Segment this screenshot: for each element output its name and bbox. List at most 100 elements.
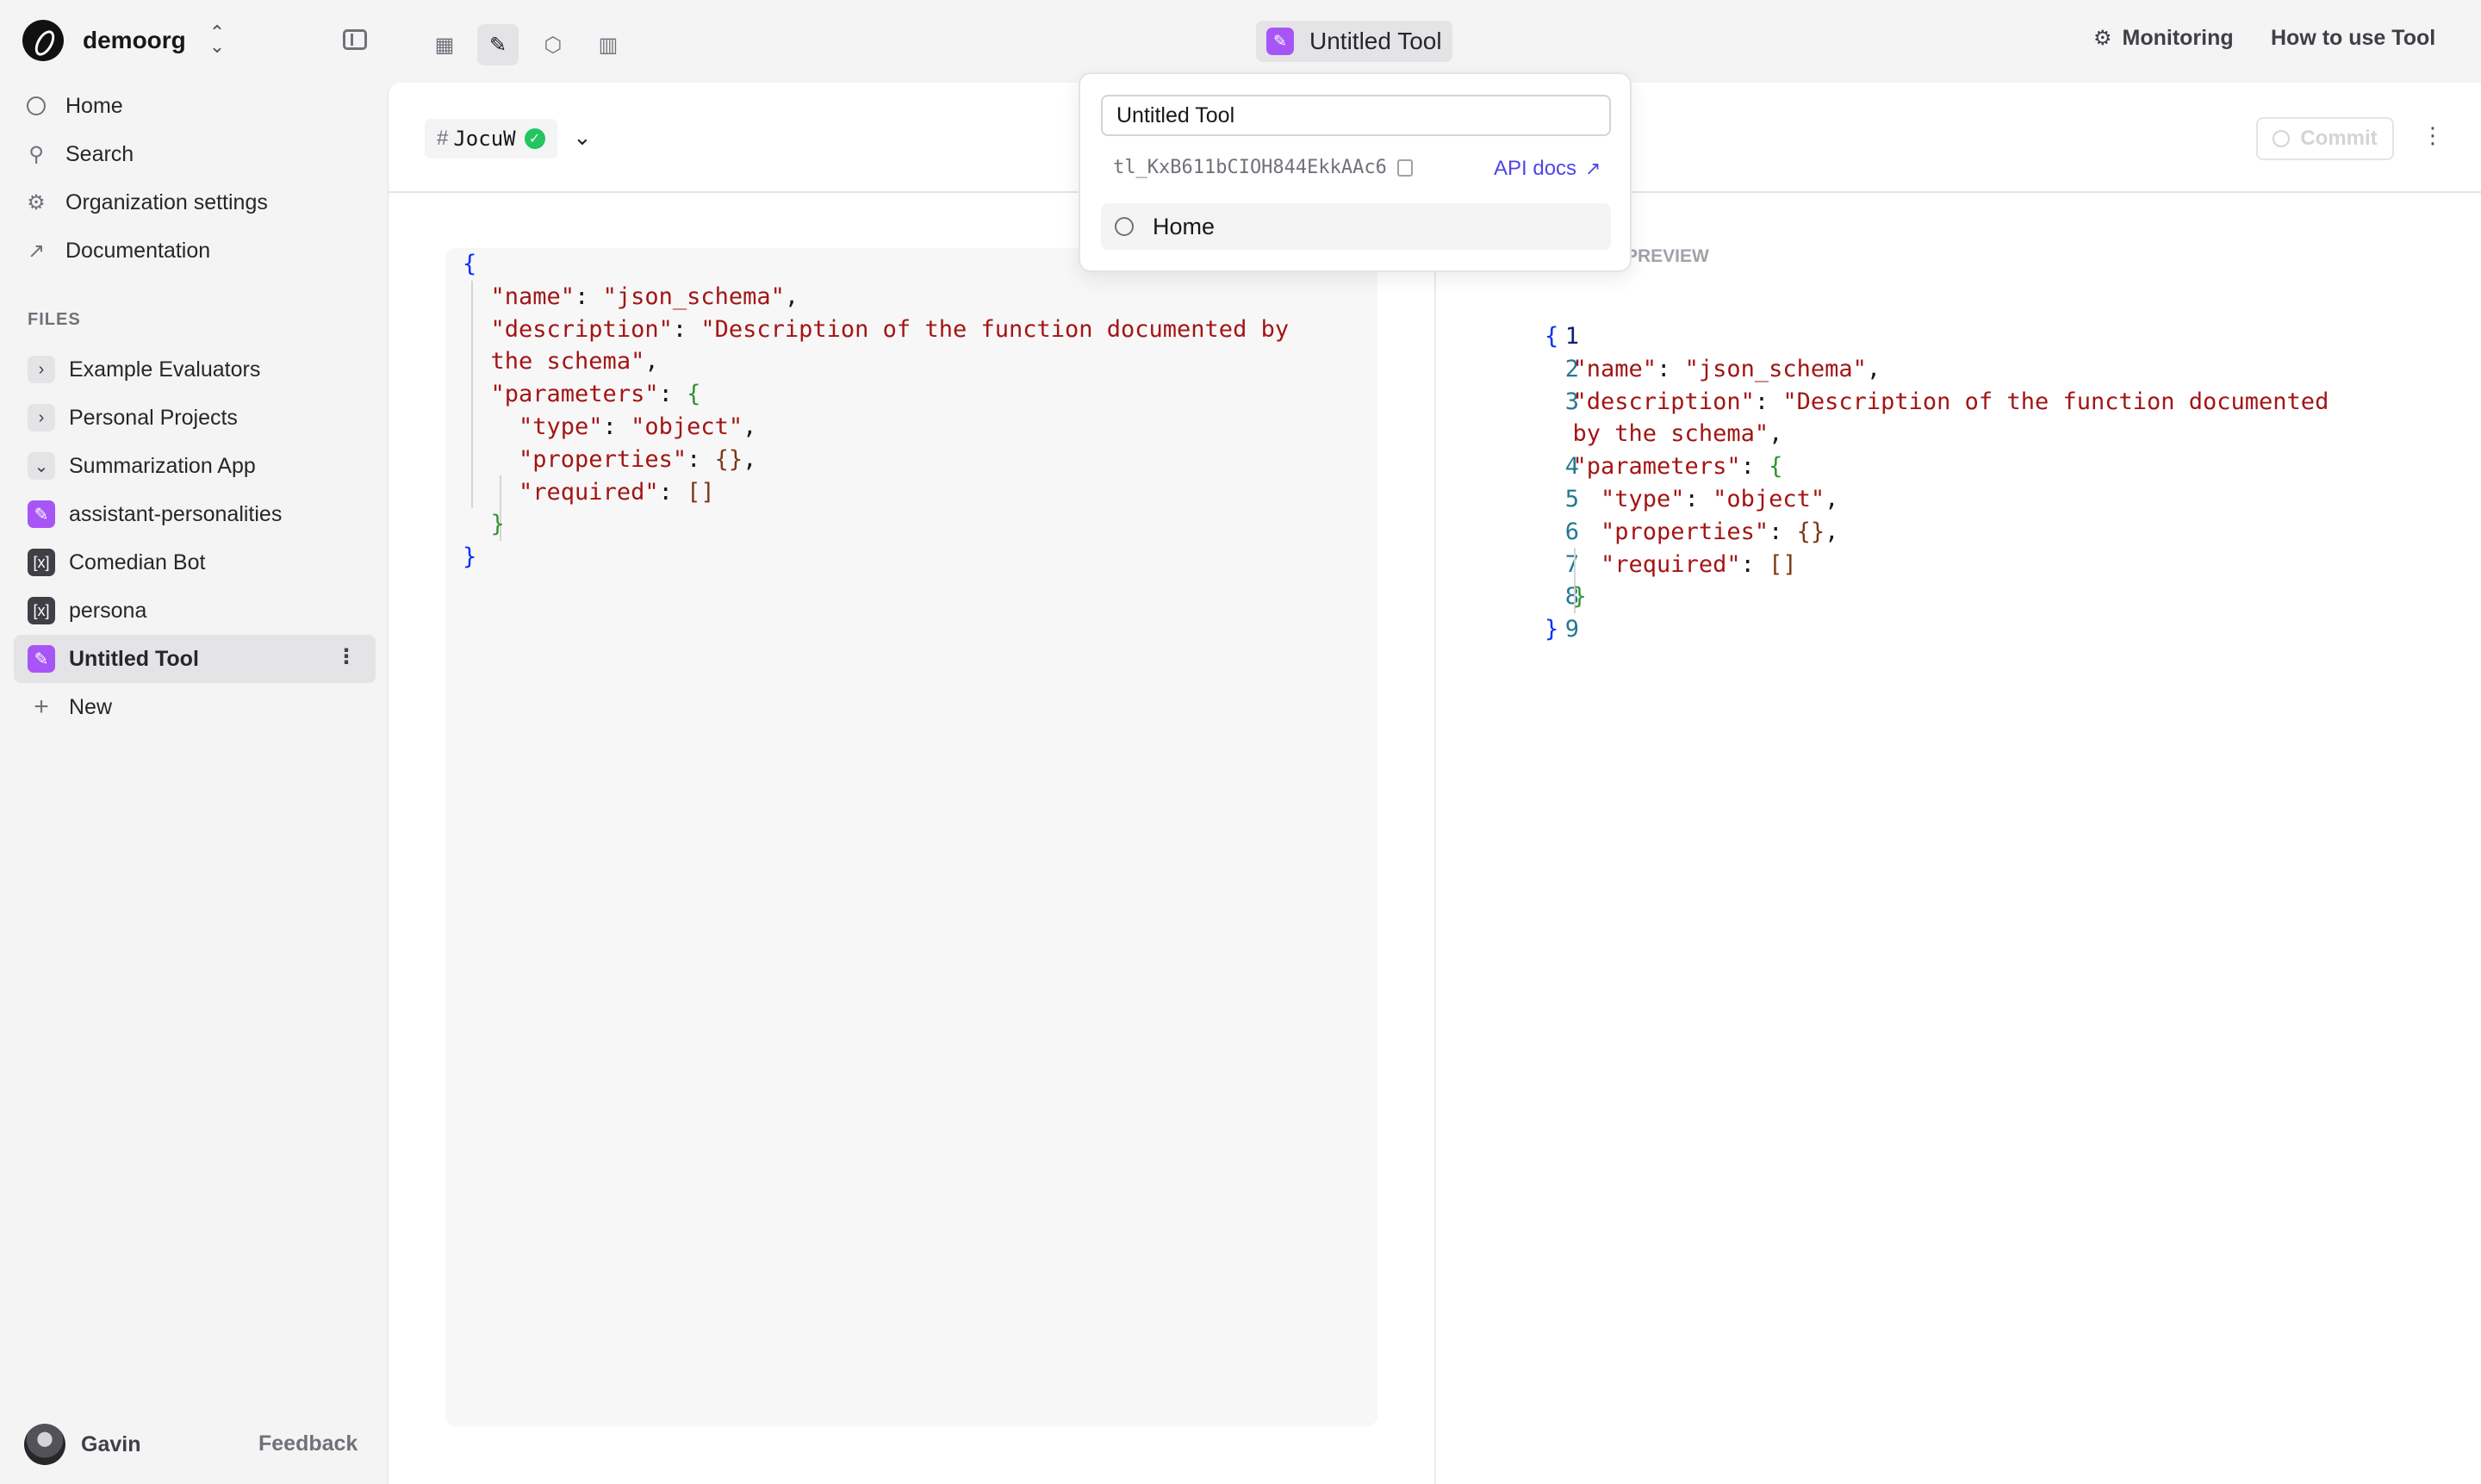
- tool-icon: ✎: [1266, 28, 1294, 55]
- code-key: "required": [519, 478, 659, 506]
- popover-home-label: Home: [1153, 213, 1216, 239]
- code-key: "description": [490, 315, 673, 343]
- cube-icon[interactable]: ⬡: [532, 24, 574, 65]
- code-key: "name": [1572, 355, 1657, 382]
- api-docs-label: API docs: [1494, 157, 1577, 180]
- home-ring-icon: [1115, 217, 1134, 236]
- more-options-icon[interactable]: ⋮: [336, 647, 357, 667]
- new-file-button[interactable]: + New: [14, 683, 376, 731]
- schema-editor[interactable]: { "name": "json_schema", "description": …: [445, 248, 1377, 1426]
- code-key: "required": [1601, 550, 1741, 578]
- org-name: demoorg: [83, 27, 186, 53]
- how-to-use-link[interactable]: How to use Tool: [2271, 26, 2435, 51]
- file-label: assistant-personalities: [69, 501, 283, 526]
- how-to-use-label: How to use Tool: [2271, 26, 2436, 50]
- nav-documentation-label: Documentation: [65, 238, 211, 263]
- arrow-up-right-icon: ↗: [1585, 158, 1601, 179]
- file-example-evaluators[interactable]: › Example Evaluators: [14, 345, 376, 394]
- org-logo-icon: [22, 20, 64, 61]
- tool-title-chip[interactable]: ✎ Untitled Tool: [1256, 21, 1452, 62]
- nav-search[interactable]: ⚲ Search: [24, 133, 134, 176]
- version-id: JocuW: [453, 127, 516, 151]
- file-label: persona: [69, 598, 147, 623]
- code-key: "parameters": [1572, 453, 1741, 481]
- user-menu[interactable]: Gavin: [24, 1423, 140, 1466]
- hash-icon: #: [437, 127, 449, 150]
- copy-icon[interactable]: [1396, 158, 1413, 177]
- code-key: "name": [490, 283, 575, 310]
- tool-details-popover: tl_KxB611bCIOH844EkkAAc6 API docs ↗ Home: [1079, 72, 1632, 272]
- popover-home-item[interactable]: Home: [1101, 203, 1611, 250]
- file-assistant-personalities[interactable]: ✎ assistant-personalities: [14, 490, 376, 538]
- file-summarization-app[interactable]: ⌄ Summarization App: [14, 442, 376, 490]
- chevron-right-icon[interactable]: ›: [28, 356, 55, 383]
- code-value: "json_schema": [1684, 355, 1867, 382]
- arrow-up-right-icon: ↗: [27, 239, 46, 263]
- gear-icon: ⚙: [27, 190, 46, 214]
- tool-icon: ✎: [28, 500, 55, 528]
- dashboard-icon[interactable]: ▦: [424, 24, 465, 65]
- tool-title: Untitled Tool: [1309, 28, 1442, 54]
- code-value: "object": [1713, 485, 1825, 512]
- more-options-icon[interactable]: ⋮: [2422, 122, 2444, 149]
- api-docs-link[interactable]: API docs ↗: [1494, 157, 1601, 181]
- nav-organization-settings-label: Organization settings: [65, 189, 268, 214]
- code-key: "parameters": [490, 381, 659, 408]
- search-icon: ⚲: [28, 142, 44, 166]
- code-key: "type": [1601, 485, 1685, 512]
- code-key: "properties": [519, 445, 687, 473]
- chevron-right-icon[interactable]: ›: [28, 404, 55, 432]
- file-label: Untitled Tool: [69, 646, 199, 671]
- pane-divider[interactable]: [1434, 193, 1436, 1484]
- nav-home[interactable]: Home: [24, 84, 123, 127]
- new-file-label: New: [69, 694, 113, 719]
- file-comedian-bot[interactable]: [x] Comedian Bot: [14, 538, 376, 587]
- file-label: Example Evaluators: [69, 357, 261, 382]
- code-value: "json_schema": [602, 283, 785, 310]
- feedback-button[interactable]: Feedback: [258, 1431, 358, 1456]
- prompt-icon: [x]: [28, 549, 55, 576]
- tool-name-input[interactable]: [1101, 95, 1611, 136]
- chevron-up-down-icon[interactable]: ⌃ ⌄: [207, 23, 227, 57]
- prompt-icon: [x]: [28, 597, 55, 624]
- sidebar-toggle-icon[interactable]: [343, 29, 367, 50]
- code-key: "type": [519, 413, 603, 440]
- avatar: [24, 1424, 65, 1465]
- edit-pencil-icon[interactable]: ✎: [477, 24, 519, 65]
- preview-code: { "name": "json_schema", "description": …: [1545, 323, 2329, 643]
- file-untitled-tool[interactable]: ✎ Untitled Tool ⋮: [14, 635, 376, 683]
- commit-label: Commit: [2300, 127, 2378, 150]
- code-key: "properties": [1601, 518, 1769, 545]
- nav-home-label: Home: [65, 93, 123, 118]
- version-chip[interactable]: # JocuW ✓: [425, 119, 557, 158]
- code-value: "object": [631, 413, 743, 440]
- org-switcher[interactable]: demoorg: [22, 20, 186, 61]
- plus-icon: +: [34, 692, 49, 721]
- preview-label: PREVIEW: [1626, 246, 1709, 266]
- nav-documentation[interactable]: ↗ Documentation: [24, 229, 210, 272]
- user-name: Gavin: [81, 1431, 141, 1456]
- tool-id-text: tl_KxB611bCIOH844EkkAAc6: [1113, 157, 1387, 178]
- tool-icon: ✎: [28, 645, 55, 673]
- sidebar: demoorg ⌃ ⌄ Home ⚲ Search ⚙ Organization …: [0, 0, 388, 1484]
- file-personal-projects[interactable]: › Personal Projects: [14, 394, 376, 442]
- schema-code[interactable]: { "name": "json_schema", "description": …: [463, 248, 1289, 574]
- bar-chart-icon[interactable]: ▥: [588, 24, 629, 65]
- file-label: Summarization App: [69, 453, 256, 478]
- code-key: "description": [1572, 388, 1755, 415]
- monitoring-label: Monitoring: [2122, 26, 2234, 50]
- nav-search-label: Search: [65, 141, 134, 166]
- files-section-label: FILES: [28, 310, 81, 329]
- chevron-down-icon[interactable]: ⌄: [573, 124, 592, 151]
- nav-organization-settings[interactable]: ⚙ Organization settings: [24, 181, 268, 224]
- home-ring-icon: [24, 94, 48, 118]
- chevron-down-icon[interactable]: ⌄: [28, 452, 55, 480]
- file-label: Comedian Bot: [69, 550, 206, 574]
- gear-icon: ⚙: [2093, 27, 2112, 50]
- file-persona[interactable]: [x] persona: [14, 587, 376, 635]
- check-circle-icon: [2273, 130, 2291, 147]
- check-icon: ✓: [524, 128, 545, 149]
- monitoring-link[interactable]: ⚙ Monitoring: [2093, 26, 2234, 51]
- file-label: Personal Projects: [69, 405, 238, 430]
- commit-button[interactable]: Commit: [2256, 117, 2394, 160]
